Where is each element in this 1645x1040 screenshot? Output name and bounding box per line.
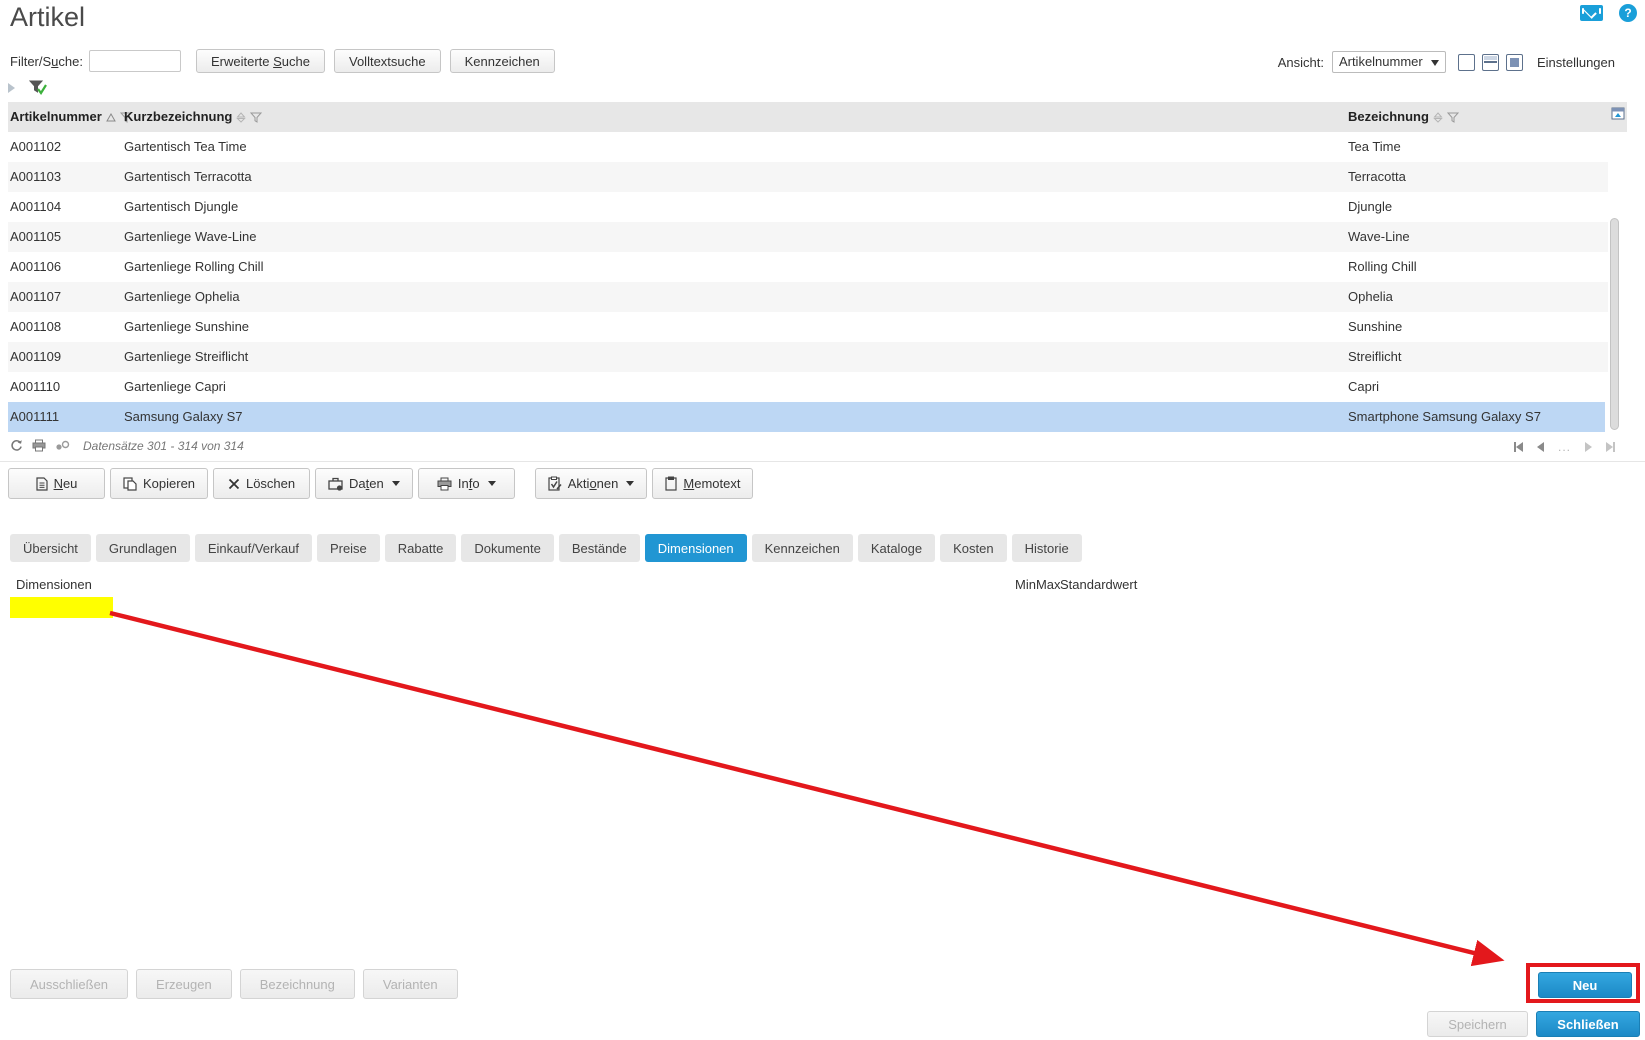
chevron-down-icon bbox=[626, 481, 635, 486]
kennzeichen-button[interactable]: Kennzeichen bbox=[449, 49, 555, 73]
einstellungen-link[interactable]: Einstellungen bbox=[1537, 55, 1615, 70]
article-table: Artikelnummer Kurzbezeichnung Bezeichnun… bbox=[8, 102, 1627, 432]
actions-icon bbox=[548, 476, 562, 491]
bezeichnung-button[interactable]: Bezeichnung bbox=[239, 969, 355, 999]
erweiterte-suche-button[interactable]: Erweiterte Suche bbox=[195, 49, 325, 73]
table-header: Artikelnummer Kurzbezeichnung Bezeichnun… bbox=[8, 102, 1627, 132]
delete-icon bbox=[228, 478, 240, 489]
briefcase-icon bbox=[328, 477, 343, 491]
column-header-bezeichnung[interactable]: Bezeichnung bbox=[1348, 102, 1459, 132]
chevron-down-icon bbox=[487, 481, 496, 486]
table-row[interactable]: A001106 Gartenliege Rolling Chill Rolling … bbox=[8, 252, 1608, 282]
chevron-down-icon bbox=[391, 481, 400, 486]
ausschliessen-button[interactable]: Ausschließen bbox=[10, 969, 129, 999]
tab-historie[interactable]: Historie bbox=[1011, 534, 1082, 562]
status-bar: Datensätze 301 - 314 von 314 ... bbox=[8, 437, 1637, 459]
first-page-icon[interactable] bbox=[1513, 442, 1523, 452]
tab-dokumente[interactable]: Dokumente bbox=[461, 534, 554, 562]
dimension-field-highlight[interactable] bbox=[10, 597, 113, 618]
table-row[interactable]: A001105 Gartenliege Wave-Line Wave-Line bbox=[8, 222, 1608, 252]
standardwert-column-label: Standardwert bbox=[1060, 577, 1138, 592]
mail-icon[interactable] bbox=[1580, 5, 1603, 21]
column-header-artikelnummer[interactable]: Artikelnummer bbox=[10, 102, 132, 132]
header-icons: ? bbox=[1580, 4, 1637, 22]
minmax-column-label: MinMax bbox=[1015, 577, 1061, 592]
tab-kennzeichen[interactable]: Kennzeichen bbox=[751, 534, 853, 562]
table-row[interactable]: A001109 Gartenliege Streiflicht Streiflich… bbox=[8, 342, 1608, 372]
previous-page-icon[interactable] bbox=[1536, 442, 1544, 452]
column-config-icon[interactable] bbox=[1611, 107, 1625, 120]
table-row[interactable]: A001107 Gartenliege Ophelia Ophelia bbox=[8, 282, 1608, 312]
table-row[interactable]: A001108 Gartenliege Sunshine Sunshine bbox=[8, 312, 1608, 342]
pagination: ... bbox=[1513, 440, 1615, 454]
search-input[interactable] bbox=[88, 50, 181, 72]
table-scrollbar-thumb[interactable] bbox=[1610, 218, 1619, 430]
printer-icon bbox=[437, 477, 452, 490]
help-icon[interactable]: ? bbox=[1619, 4, 1637, 22]
sort-asc-icon[interactable] bbox=[105, 112, 116, 122]
sort-both-icon[interactable] bbox=[236, 111, 247, 123]
link-icon[interactable] bbox=[55, 440, 70, 451]
sort-both-icon[interactable] bbox=[1433, 111, 1443, 123]
filter-search-label: Filter/Suche: bbox=[10, 53, 83, 69]
dimension-neu-button[interactable]: Neu bbox=[1538, 972, 1632, 998]
next-page-icon[interactable] bbox=[1585, 442, 1592, 452]
copy-icon bbox=[123, 476, 137, 491]
detail-tabs: Übersicht Grundlagen Einkauf/Verkauf Pre… bbox=[10, 534, 1082, 562]
view-split-icon[interactable] bbox=[1481, 53, 1499, 71]
filter-funnel-icon[interactable] bbox=[250, 112, 263, 123]
tab-bestaende[interactable]: Bestände bbox=[558, 534, 640, 562]
table-row[interactable]: A001104 Gartentisch Djungle Djungle bbox=[8, 192, 1608, 222]
varianten-button[interactable]: Varianten bbox=[362, 969, 458, 999]
filter-funnel-icon[interactable] bbox=[1446, 112, 1459, 123]
record-toolbar: Neu Kopieren Löschen Daten Info Aktionen bbox=[8, 468, 754, 499]
toolbar-aktionen-button[interactable]: Aktionen bbox=[534, 468, 648, 499]
artikel-window: Artikel ? Filter/Suche: Erweiterte Suche… bbox=[0, 0, 1645, 1040]
tab-uebersicht[interactable]: Übersicht bbox=[10, 534, 91, 562]
column-header-kurzbezeichnung[interactable]: Kurzbezeichnung bbox=[124, 102, 263, 132]
expand-filter-icon[interactable] bbox=[8, 82, 15, 93]
page-ellipsis[interactable]: ... bbox=[1558, 440, 1571, 454]
toolbar-kopieren-button[interactable]: Kopieren bbox=[110, 468, 209, 499]
view-controls: Ansicht: Artikelnummer Einstellungen bbox=[1278, 51, 1615, 73]
view-detail-icon[interactable] bbox=[1505, 53, 1523, 71]
toolbar-loeschen-button[interactable]: Löschen bbox=[213, 468, 311, 499]
toolbar-daten-button[interactable]: Daten bbox=[315, 468, 413, 499]
print-icon[interactable] bbox=[32, 439, 46, 452]
table-row[interactable]: A001103 Gartentisch Terracotta Terracotta bbox=[8, 162, 1608, 192]
table-row-selected[interactable]: A001111 Samsung Galaxy S7 Smartphone Samsu… bbox=[8, 402, 1605, 432]
tab-preise[interactable]: Preise bbox=[316, 534, 380, 562]
filter-active-icon[interactable] bbox=[29, 80, 47, 95]
volltextsuche-button[interactable]: Volltextsuche bbox=[334, 49, 441, 73]
tab-kosten[interactable]: Kosten bbox=[940, 534, 1007, 562]
page-title: Artikel bbox=[10, 2, 86, 32]
toolbar-memotext-button[interactable]: Memotext bbox=[652, 468, 754, 499]
memo-icon bbox=[665, 476, 677, 491]
view-single-icon[interactable] bbox=[1457, 53, 1475, 71]
ansicht-label: Ansicht: bbox=[1277, 54, 1324, 70]
schliessen-button[interactable]: Schließen bbox=[1536, 1011, 1640, 1037]
tab-dimensionen[interactable]: Dimensionen bbox=[644, 534, 747, 562]
divider bbox=[0, 461, 1645, 462]
erzeugen-button[interactable]: Erzeugen bbox=[136, 969, 232, 999]
ansicht-select[interactable]: Artikelnummer bbox=[1331, 51, 1446, 73]
refresh-icon[interactable] bbox=[10, 439, 23, 452]
tab-einkauf-verkauf[interactable]: Einkauf/Verkauf bbox=[194, 534, 312, 562]
grid-controls bbox=[8, 80, 47, 95]
last-page-icon[interactable] bbox=[1606, 442, 1615, 452]
tab-kataloge[interactable]: Kataloge bbox=[857, 534, 936, 562]
tab-grundlagen[interactable]: Grundlagen bbox=[95, 534, 190, 562]
dimension-actions: Ausschließen Erzeugen Bezeichnung Varian… bbox=[10, 969, 458, 999]
tab-rabatte[interactable]: Rabatte bbox=[384, 534, 457, 562]
toolbar-info-button[interactable]: Info bbox=[417, 468, 515, 499]
toolbar-neu-button[interactable]: Neu bbox=[8, 468, 105, 499]
chevron-down-icon bbox=[1430, 60, 1439, 66]
table-row[interactable]: A001102 Gartentisch Tea Time Tea Time bbox=[8, 132, 1608, 162]
filter-bar: Filter/Suche: Erweiterte Suche Volltexts… bbox=[10, 49, 555, 73]
dimensionen-section-label: Dimensionen bbox=[16, 577, 92, 592]
new-document-icon bbox=[35, 476, 48, 491]
speichern-button[interactable]: Speichern bbox=[1427, 1011, 1528, 1037]
record-count-text: Datensätze 301 - 314 von 314 bbox=[83, 439, 244, 453]
table-row[interactable]: A001110 Gartenliege Capri Capri bbox=[8, 372, 1608, 402]
